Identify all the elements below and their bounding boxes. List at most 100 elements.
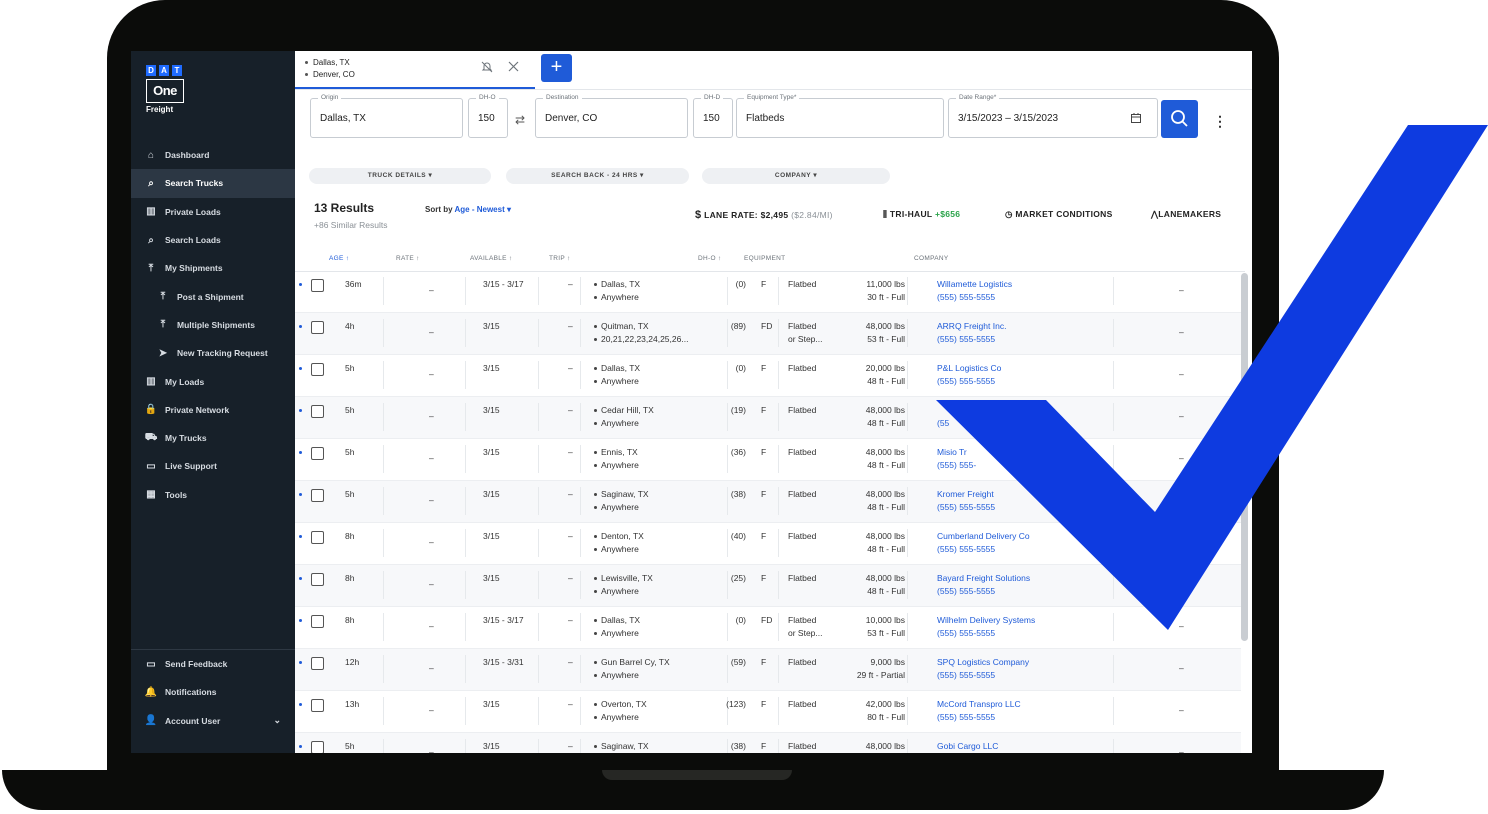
search-back-filter[interactable]: SEARCH BACK - 24 HRS ▾ (506, 168, 689, 184)
company-phone[interactable]: (555) 555-5555 (937, 586, 995, 596)
col-company[interactable]: COMPANY (914, 255, 948, 262)
row-checkbox[interactable] (311, 405, 324, 418)
row-checkbox[interactable] (311, 489, 324, 502)
close-icon[interactable] (508, 61, 519, 75)
sidebar-item-account-user[interactable]: 👤 Account User ⌄ (131, 707, 295, 735)
tri-haul[interactable]: ⫼ TRI-HAUL +$656 (883, 209, 960, 220)
table-row[interactable]: 36m – 3/15 - 3/17 – Dallas, TX Anywhere (0) F Fl… (295, 271, 1241, 313)
destination-dot (594, 296, 597, 300)
sidebar-item-my-loads[interactable]: ▥ My Loads (131, 367, 295, 395)
col-equipment[interactable]: EQUIPMENT (744, 255, 785, 262)
more-options-icon[interactable]: ⋮ (1213, 113, 1227, 130)
row-checkbox[interactable] (311, 447, 324, 460)
table-row[interactable]: 5h–3/15–Saginaw, TXAnywhere(38)FFlatbed4… (295, 733, 1241, 753)
sidebar-item-search-trucks[interactable]: ⌕ Search Trucks (131, 169, 295, 198)
table-row[interactable]: 4h – 3/15 – Quitman, TX 20,21,22,23,24,25,26.… (295, 313, 1241, 355)
company-phone[interactable]: (55 (937, 418, 949, 428)
company-phone[interactable]: (555) 555-5555 (937, 292, 995, 302)
chevron-down-icon[interactable]: ⌄ (273, 715, 281, 726)
company-phone[interactable]: (555) 555-5555 (937, 712, 995, 722)
origin-dot (594, 367, 597, 371)
sidebar-item-my-shipments[interactable]: ⤒ My Shipments (131, 254, 295, 282)
company-link[interactable]: Gobi Cargo LLC (937, 741, 998, 751)
company-filter[interactable]: COMPANY ▾ (702, 168, 890, 184)
sidebar-item-tools[interactable]: ▦ Tools (131, 481, 295, 509)
company-phone[interactable]: (555) 555-5555 (937, 544, 995, 554)
dhd-field[interactable]: DH-D 150 (693, 94, 733, 138)
sidebar-item-search-loads[interactable]: ⌕ Search Loads (131, 226, 295, 254)
company-link[interactable]: Misio Tr (937, 447, 967, 457)
company-phone[interactable]: (555) 555- (937, 460, 976, 470)
search-button[interactable] (1161, 100, 1198, 138)
table-scrollbar[interactable] (1241, 273, 1248, 641)
company-link[interactable]: McCord Transpro LLC (937, 699, 1021, 709)
company-link[interactable]: Cumberland Delivery Co (937, 531, 1030, 541)
row-checkbox[interactable] (311, 279, 324, 292)
destination-field[interactable]: Destination Denver, CO (535, 94, 688, 138)
alert-off-icon[interactable] (481, 61, 493, 76)
sidebar-item-notifications[interactable]: 🔔 Notifications (131, 678, 295, 706)
sidebar-item-private-network[interactable]: 🔒 Private Network (131, 396, 295, 424)
sidebar-item-my-trucks[interactable]: ⛟ My Trucks (131, 424, 295, 452)
sidebar-item-new-tracking-request[interactable]: ➤ New Tracking Request (131, 339, 295, 367)
origin-city-label: Cedar Hill, TX (601, 405, 654, 415)
lanemakers[interactable]: ⋀LANEMAKERS (1151, 209, 1221, 220)
sort-control[interactable]: Sort by Age - Newest ▾ (425, 205, 511, 214)
table-row[interactable]: 13h – 3/15 – Overton, TX Anywhere (123) F Flatbe… (295, 691, 1241, 733)
date-range-field[interactable]: Date Range* 3/15/2023 – 3/15/2023 (948, 94, 1158, 138)
equipment-field[interactable]: Equipment Type* Flatbeds (736, 94, 944, 138)
row-checkbox[interactable] (311, 363, 324, 376)
similar-results-link[interactable]: +86 Similar Results (314, 220, 387, 230)
company-link[interactable]: ARRQ Freight Inc. (937, 321, 1006, 331)
sidebar-item-dashboard[interactable]: ⌂ Dashboard (131, 141, 295, 169)
company-phone[interactable]: (555) 555-5555 (937, 670, 995, 680)
sidebar-item-live-support[interactable]: ▭ Live Support (131, 452, 295, 480)
col-rate[interactable]: RATE ↑ (396, 255, 420, 262)
col-available[interactable]: AVAILABLE ↑ (470, 255, 512, 262)
row-checkbox[interactable] (311, 741, 324, 753)
col-trip[interactable]: TRIP ↑ (549, 255, 571, 262)
calendar-icon[interactable] (1130, 111, 1142, 129)
company-phone[interactable]: (555) 555-5555 (937, 376, 995, 386)
row-checkbox[interactable] (311, 321, 324, 334)
table-row[interactable]: 8h – 3/15 – Denton, TX Anywhere (40) F Flatbed 48… (295, 523, 1241, 565)
table-row[interactable]: 12h – 3/15 - 3/31 – Gun Barrel Cy, TX Anywher… (295, 649, 1241, 691)
sidebar-item-post-a-shipment[interactable]: ⤒ Post a Shipment (131, 282, 295, 310)
truck-details-filter[interactable]: TRUCK DETAILS ▾ (309, 168, 491, 184)
table-row[interactable]: 5h–3/15–Saginaw, TXAnywhere(38)FFlatbed4… (295, 481, 1241, 523)
row-checkbox[interactable] (311, 657, 324, 670)
truck-icon: ⛟ (144, 431, 158, 443)
company-link[interactable]: P&L Logistics Co (937, 363, 1001, 373)
table-row[interactable]: 5h – 3/15 – Cedar Hill, TX Anywhere (19) F Flatb… (295, 397, 1241, 439)
sidebar-item-private-loads[interactable]: ▥ Private Loads (131, 198, 295, 226)
dat-one-logo[interactable]: D A T One Freight (146, 65, 184, 114)
row-checkbox[interactable] (311, 573, 324, 586)
swap-icon[interactable]: ⇄ (515, 113, 525, 127)
add-search-button[interactable]: + (541, 54, 572, 82)
row-checkbox[interactable] (311, 615, 324, 628)
company-link[interactable]: Bayard Freight Solutions (937, 573, 1030, 583)
sidebar-item-multiple-shipments[interactable]: ⤒ Multiple Shipments (131, 311, 295, 339)
table-row[interactable]: 5h – 3/15 – Ennis, TX Anywhere (36) F Flatbed 48,… (295, 439, 1241, 481)
sidebar-item-send-feedback[interactable]: ▭ Send Feedback (131, 650, 295, 678)
table-row[interactable]: 5h – 3/15 – Dallas, TX Anywhere (0) F Flatbed 20,… (295, 355, 1241, 397)
company-link[interactable]: Wilhelm Delivery Systems (937, 615, 1035, 625)
company-link[interactable]: SPQ Logistics Company (937, 657, 1029, 667)
lane-rate[interactable]: $ LANE RATE: $2,495 ($2.84/MI) (695, 209, 833, 221)
dho-field[interactable]: DH-O 150 (468, 94, 508, 138)
company-link[interactable]: Willamette Logistics (937, 279, 1012, 289)
market-conditions[interactable]: ◷ MARKET CONDITIONS (1005, 209, 1113, 220)
dho-value: 150 (478, 113, 495, 124)
col-age[interactable]: AGE ↑ (329, 255, 349, 262)
row-checkbox[interactable] (311, 531, 324, 544)
company-phone[interactable]: (555) 555-5555 (937, 334, 995, 344)
search-tab[interactable]: Dallas, TX Denver, CO (295, 51, 535, 89)
origin-field[interactable]: Origin Dallas, TX (310, 94, 463, 138)
table-row[interactable]: 8h – 3/15 - 3/17 – Dallas, TX Anywhere (0) FD Fl… (295, 607, 1241, 649)
company-phone[interactable]: (555) 555-5555 (937, 628, 995, 638)
company-link[interactable]: Kromer Freight (937, 489, 994, 499)
col-dho[interactable]: DH-O ↑ (698, 255, 721, 262)
company-phone[interactable]: (555) 555-5555 (937, 502, 995, 512)
table-row[interactable]: 8h – 3/15 – Lewisville, TX Anywhere (25) F Flatb… (295, 565, 1241, 607)
row-checkbox[interactable] (311, 699, 324, 712)
